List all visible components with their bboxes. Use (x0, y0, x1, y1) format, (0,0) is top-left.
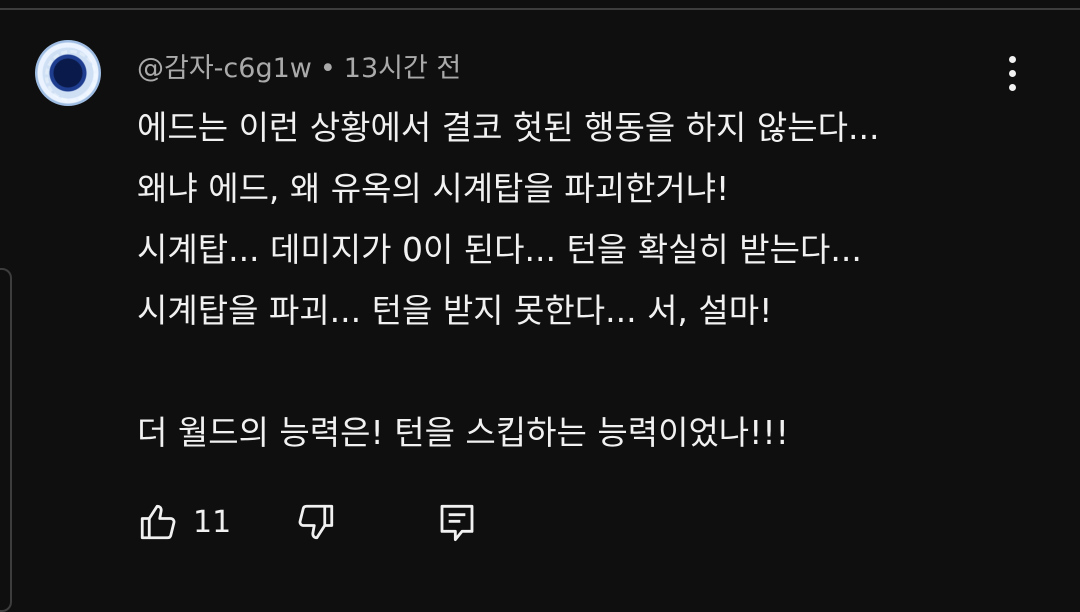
like-button[interactable]: 11 (137, 500, 231, 544)
meta-separator: • (319, 53, 336, 84)
reply-button[interactable] (437, 500, 477, 546)
avatar[interactable] (35, 40, 101, 106)
author-handle[interactable]: @감자-c6g1w (137, 53, 312, 84)
comment-body: 에드는 이런 상황에서 결코 헛된 행동을 하지 않는다... 왜냐 에드, 왜… (137, 100, 1037, 466)
comment-line: 시계탑... 데미지가 0이 된다... 턴을 확실히 받는다... (137, 230, 862, 269)
like-count: 11 (193, 504, 232, 540)
comment-time: 13시간 전 (343, 53, 462, 84)
more-vertical-icon (1009, 70, 1016, 77)
more-vertical-icon (1009, 56, 1016, 63)
more-options-button[interactable] (998, 54, 1028, 94)
thumbs-down-icon (295, 500, 337, 544)
more-vertical-icon (1009, 84, 1016, 91)
comment-line: 왜냐 에드, 왜 유옥의 시계탑을 파괴한거냐! (137, 169, 730, 208)
comment-line: 시계탑을 파괴... 턴을 받지 못한다... 서, 설마! (137, 291, 773, 330)
top-divider (0, 8, 1080, 10)
reply-comment-icon (437, 500, 477, 546)
comment-header: @감자-c6g1w • 13시간 전 (137, 46, 461, 85)
comment-line: 에드는 이런 상황에서 결코 헛된 행동을 하지 않는다... (137, 108, 880, 147)
dislike-button[interactable] (295, 500, 337, 544)
comment-line (137, 344, 1037, 405)
comment-line: 더 월드의 능력은! 턴을 스킵하는 능력이었나!!! (137, 413, 789, 452)
side-panel-edge (0, 268, 12, 612)
thumbs-up-icon (137, 500, 179, 544)
